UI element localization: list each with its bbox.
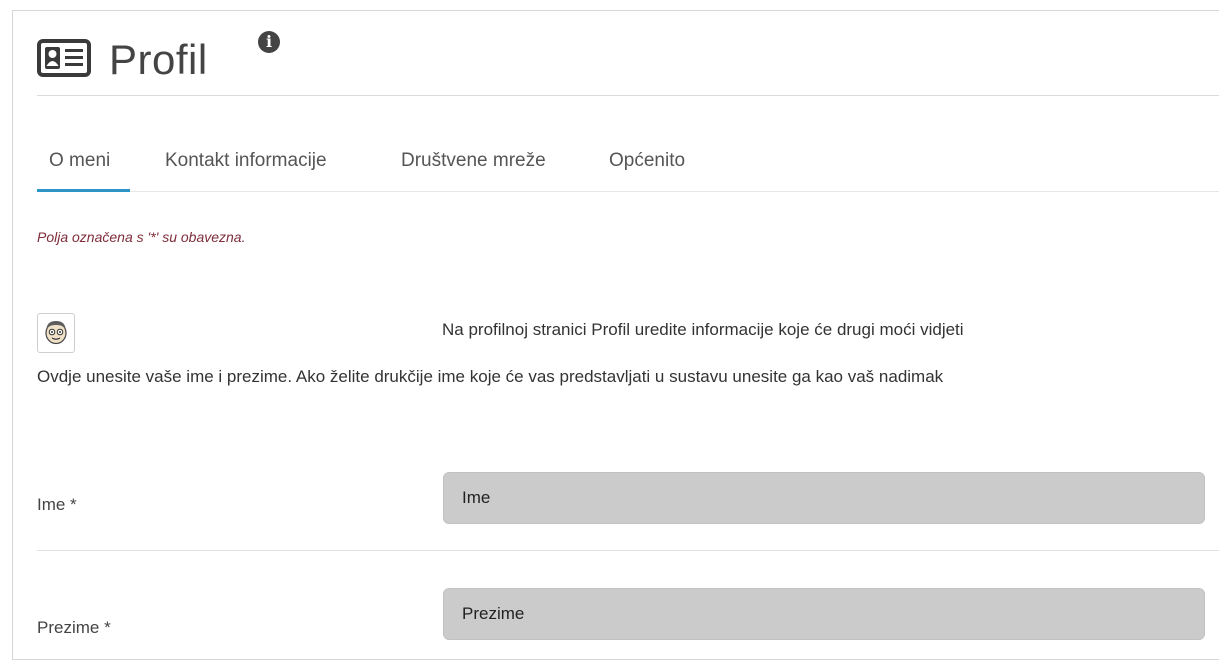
last-name-field[interactable]	[443, 588, 1205, 640]
last-name-row: Prezime *	[37, 586, 1219, 659]
name-hint: Ovdje unesite vaše ime i prezime. Ako že…	[37, 367, 944, 386]
profile-panel: Profil i O meni Kontakt informacije Druš…	[12, 10, 1219, 660]
profile-tabs: O meni Kontakt informacije Društvene mre…	[36, 141, 1219, 192]
profile-page-hint: Na profilnoj stranici Profil uredite inf…	[442, 320, 964, 339]
tab-drustvene-mreze[interactable]: Društvene mreže	[401, 147, 546, 191]
first-name-field[interactable]	[443, 472, 1205, 524]
tab-opcenito[interactable]: Općenito	[609, 147, 685, 191]
info-icon[interactable]: i	[258, 31, 280, 53]
required-fields-note: Polja označena s '*' su obavezna.	[37, 229, 246, 245]
avatar-face-icon	[45, 321, 67, 345]
avatar[interactable]	[37, 313, 75, 353]
header-divider	[37, 95, 1219, 96]
page-title: Profil	[109, 36, 208, 83]
tab-o-meni[interactable]: O meni	[36, 147, 131, 192]
first-name-label: Ime *	[37, 495, 77, 514]
profile-card-icon	[37, 39, 91, 77]
tab-kontakt-informacije[interactable]: Kontakt informacije	[165, 147, 327, 191]
last-name-label: Prezime *	[37, 618, 111, 637]
first-name-row: Ime *	[37, 466, 1219, 551]
